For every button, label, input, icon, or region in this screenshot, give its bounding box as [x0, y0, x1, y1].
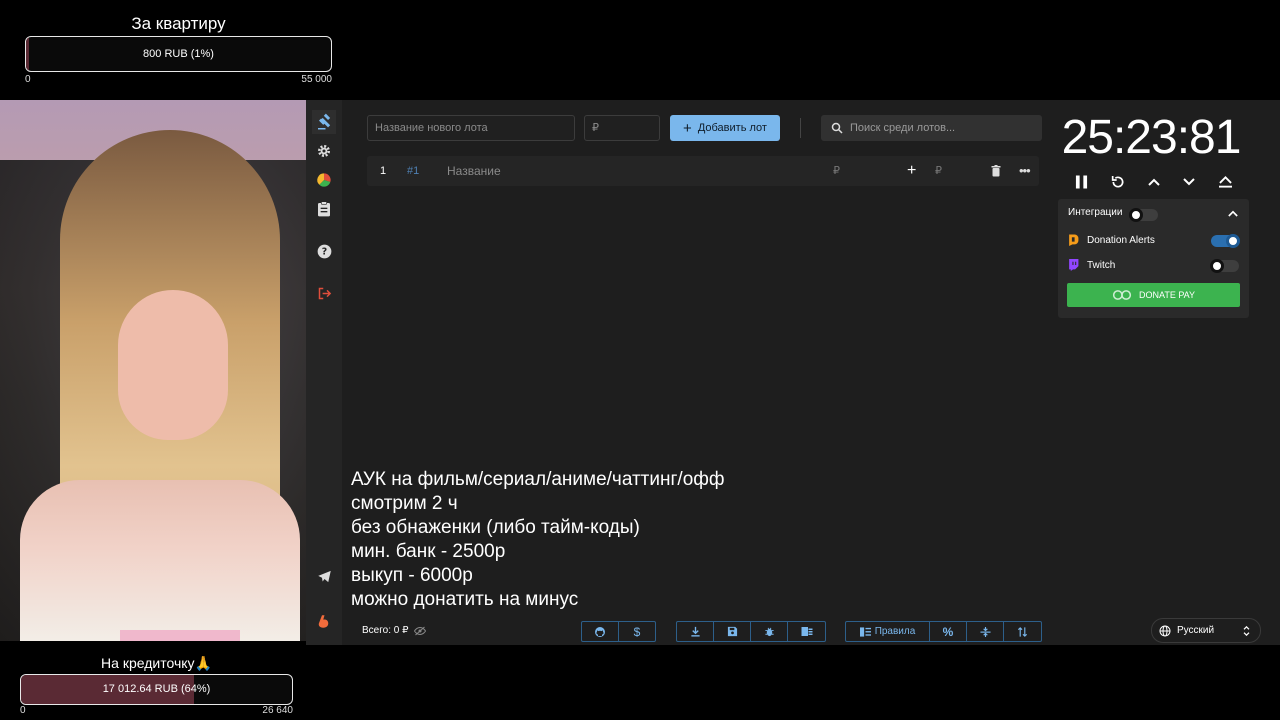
chevron-up-icon[interactable]	[1228, 210, 1238, 217]
toolbar-divider	[800, 118, 801, 138]
github-icon[interactable]	[582, 622, 619, 641]
integration-twitch: Twitch	[1068, 259, 1239, 273]
search-icon	[831, 122, 843, 134]
goal-progress-bar: 800 RUB (1%)	[25, 36, 332, 72]
pause-icon[interactable]	[1071, 172, 1091, 192]
more-icon[interactable]: •••	[1019, 156, 1031, 186]
sidebar: ?	[306, 100, 342, 645]
goal-title: На кредиточку🙏	[101, 655, 212, 671]
auction-timer: 25:23:81	[1061, 111, 1242, 164]
donation-alerts-icon	[1069, 234, 1079, 246]
rules-icon	[859, 626, 871, 637]
svg-text:?: ?	[321, 246, 326, 257]
select-arrows-icon	[1243, 625, 1250, 636]
clipboard-icon[interactable]	[312, 197, 336, 221]
search-placeholder: Поиск среди лотов...	[850, 122, 956, 134]
integrations-header: Интеграции	[1068, 207, 1239, 222]
add-lot-button[interactable]: + Добавить лот	[670, 115, 780, 141]
lot-add-amount-button[interactable]: +	[907, 156, 916, 186]
compress-icon[interactable]	[967, 622, 1004, 641]
lot-name-field[interactable]: Название	[447, 156, 501, 186]
rules-button[interactable]: Правила	[846, 622, 930, 641]
body-shape	[20, 480, 300, 641]
boosty-icon[interactable]	[312, 609, 336, 633]
rules-line: можно донатить на минус	[351, 589, 579, 610]
clothing-shape	[120, 630, 240, 641]
rules-line: мин. банк - 2500р	[351, 541, 506, 562]
trash-icon[interactable]	[991, 165, 1001, 177]
logout-icon[interactable]	[312, 281, 336, 305]
file-actions-group	[676, 621, 826, 642]
lot-id: #1	[407, 165, 420, 177]
chevron-down-icon[interactable]	[1179, 172, 1199, 192]
reset-icon[interactable]	[1108, 172, 1128, 192]
face-shape	[118, 290, 228, 440]
lot-name-input[interactable]: Название нового лота	[367, 115, 575, 141]
chevron-up-icon[interactable]	[1144, 172, 1164, 192]
donate-pay-icon	[1112, 290, 1132, 300]
total-label: Всего: 0 ₽	[362, 625, 409, 636]
rules-line: АУК на фильм/сериал/аниме/чаттинг/офф	[351, 469, 725, 490]
goal-min: 0	[20, 705, 26, 716]
help-icon[interactable]: ?	[312, 239, 336, 263]
collapse-icon[interactable]	[1215, 172, 1235, 192]
links-group: $	[581, 621, 656, 642]
twitch-icon	[1069, 259, 1079, 271]
download-icon[interactable]	[677, 622, 714, 641]
integrations-toggle[interactable]	[1129, 208, 1158, 222]
lot-amount-field[interactable]: ₽	[833, 156, 840, 186]
goal-widget-top: За квартиру 800 RUB (1%) 0 55 000	[25, 14, 332, 85]
total-sum: Всего: 0 ₽	[362, 625, 427, 636]
archive-icon[interactable]	[788, 622, 825, 641]
goal-range: 0 55 000	[25, 74, 332, 85]
rules-line: выкуп - 6000р	[351, 565, 473, 586]
percent-icon[interactable]: %	[930, 622, 967, 641]
globe-icon	[1159, 625, 1171, 636]
eye-off-icon[interactable]	[414, 626, 427, 636]
auction-app: ? Название нового лота ₽ + Добавить лот …	[306, 100, 1280, 645]
auction-hammer-icon[interactable]	[312, 110, 336, 134]
integrations-title: Интеграции	[1068, 207, 1123, 218]
goal-min: 0	[25, 74, 31, 85]
add-lot-label: Добавить лот	[697, 122, 767, 134]
integrations-panel: Интеграции Donation Alerts Twitch DONATE…	[1058, 199, 1249, 318]
language-label: Русский	[1177, 625, 1215, 636]
telegram-icon[interactable]	[312, 564, 336, 588]
donate-pay-button[interactable]: DONATE PAY	[1067, 283, 1240, 307]
integration-label: Twitch	[1087, 259, 1116, 271]
language-select[interactable]: Русский	[1151, 618, 1261, 643]
sort-icon[interactable]	[1004, 622, 1041, 641]
lot-amount-input[interactable]: ₽	[584, 115, 660, 141]
donate-pay-label: DONATE PAY	[1138, 290, 1195, 300]
integration-donation-alerts: Donation Alerts	[1068, 234, 1240, 248]
integration-label: Donation Alerts	[1087, 234, 1155, 246]
save-icon[interactable]	[714, 622, 751, 641]
twitch-toggle[interactable]	[1210, 259, 1239, 273]
goal-max: 55 000	[301, 74, 332, 85]
lot-index: 1	[380, 165, 387, 177]
rules-line: смотрим 2 ч	[351, 493, 458, 514]
goal-title: За квартиру	[131, 14, 226, 33]
goal-widget-bottom: На кредиточку🙏 17 012.64 RUB (64%) 0 26 …	[20, 655, 293, 716]
goal-progress-bar: 17 012.64 RUB (64%)	[20, 674, 293, 705]
goal-progress-text: 800 RUB (1%)	[143, 48, 214, 60]
gear-icon[interactable]	[312, 139, 336, 163]
view-options-group: Правила %	[845, 621, 1042, 642]
goal-max: 26 640	[262, 705, 293, 716]
donate-dollar-icon[interactable]: $	[619, 622, 655, 641]
goal-progress-text: 17 012.64 RUB (64%)	[102, 683, 211, 695]
lot-add-amount-field[interactable]: ₽	[935, 156, 942, 186]
bug-icon[interactable]	[751, 622, 788, 641]
rules-line: без обнаженки (либо тайм-коды)	[351, 517, 640, 538]
search-input[interactable]: Поиск среди лотов...	[821, 115, 1042, 141]
donation-alerts-toggle[interactable]	[1211, 234, 1240, 248]
plus-icon: +	[683, 119, 692, 137]
webcam-feed	[0, 100, 306, 641]
wheel-chart-icon[interactable]	[312, 168, 336, 192]
lot-row: 1 #1 Название ₽ + ₽ •••	[367, 156, 1039, 186]
goal-range: 0 26 640	[20, 705, 293, 716]
stream-rules-text: АУК на фильм/сериал/аниме/чаттинг/офф см…	[351, 468, 725, 612]
rules-label: Правила	[874, 626, 916, 637]
